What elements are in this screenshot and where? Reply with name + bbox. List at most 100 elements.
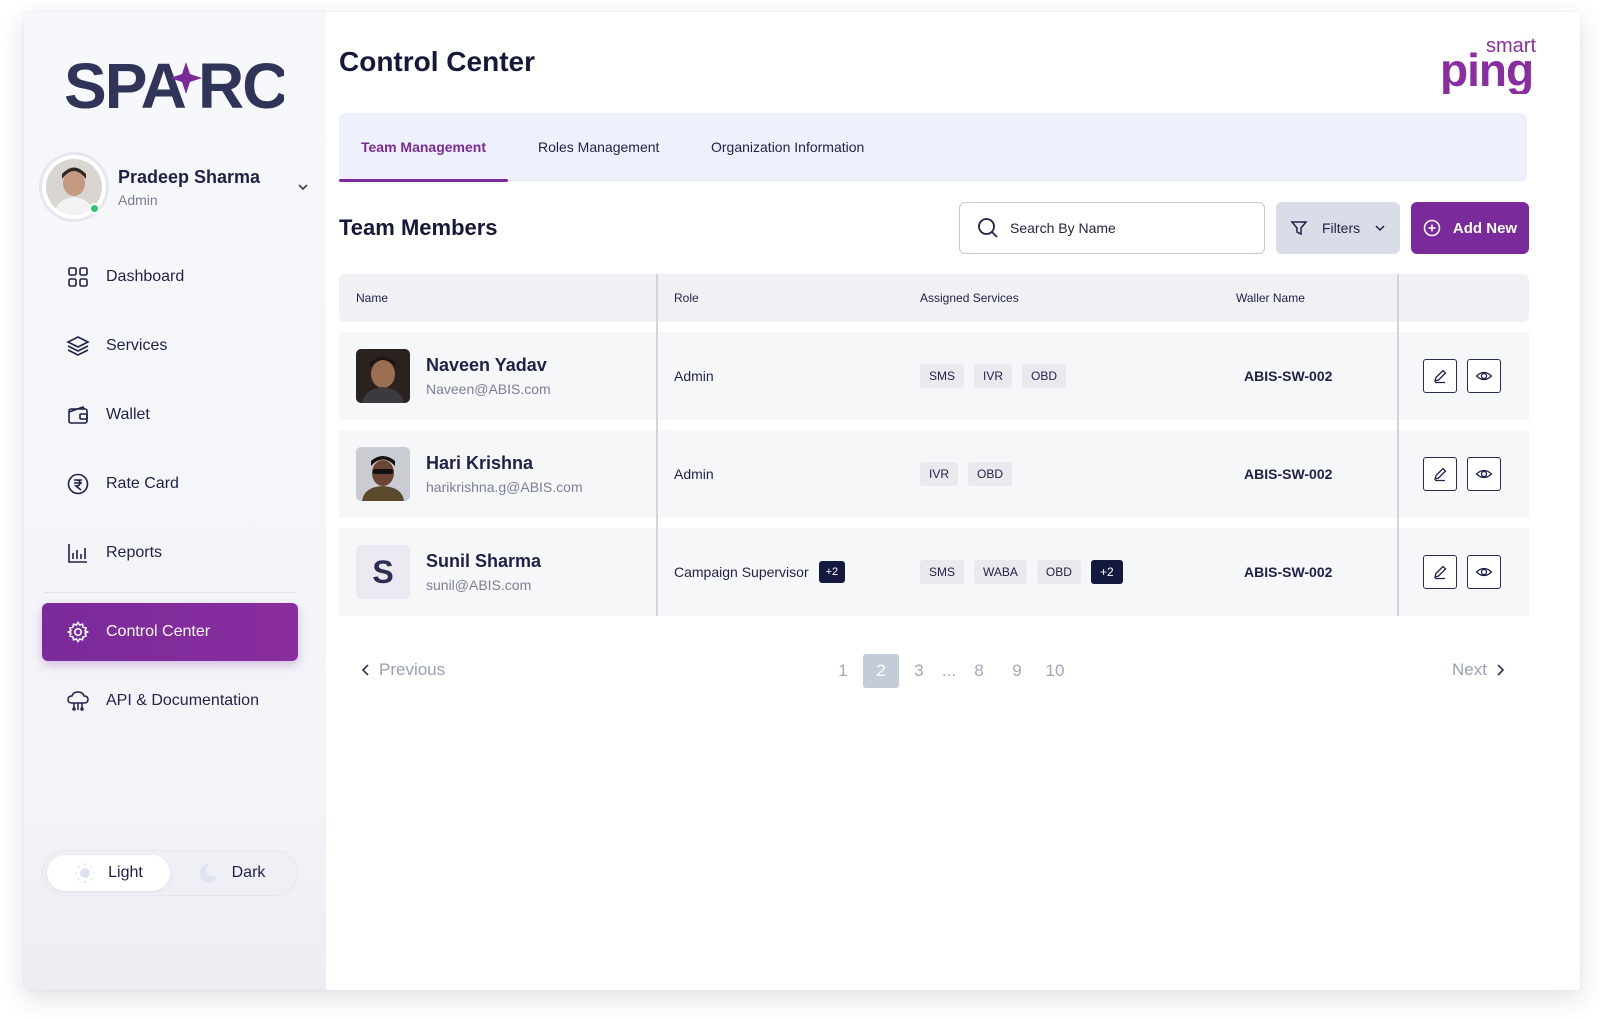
sidebar: SPA RC Pradeep Sharma Admin Dashboard Se…: [24, 12, 326, 990]
smartping-logo: smart ping: [1440, 35, 1536, 94]
page-title: Control Center: [339, 46, 535, 77]
member-role: Admin: [674, 466, 714, 482]
wallet-name: ABIS-SW-002: [1244, 368, 1333, 384]
eye-icon: [1475, 567, 1493, 577]
filters-dropdown[interactable]: Filters: [1276, 202, 1400, 254]
member-email: Naveen@ABIS.com: [426, 381, 551, 397]
user-name: Pradeep Sharma: [118, 166, 261, 187]
sidebar-item-label: Control Center: [106, 623, 211, 640]
previous-label: Previous: [379, 660, 446, 679]
rupee-icon: [66, 472, 90, 496]
wallet-icon: [66, 403, 90, 427]
page-button-current[interactable]: 2: [863, 654, 899, 688]
tab-bar: Team Management Roles Management Organiz…: [339, 113, 1527, 182]
add-new-button[interactable]: Add New: [1411, 202, 1529, 254]
tab-team-management[interactable]: Team Management: [339, 113, 508, 182]
sidebar-item-label: Services: [106, 337, 168, 354]
sidebar-item-wallet[interactable]: Wallet: [42, 386, 298, 444]
page-ellipsis: ...: [941, 661, 957, 680]
sidebar-item-label: Reports: [106, 544, 163, 561]
member-role: Admin: [674, 368, 714, 384]
member-email: sunil@ABIS.com: [426, 577, 532, 593]
sidebar-item-control-center[interactable]: Control Center: [42, 603, 298, 661]
edit-button[interactable]: [1423, 359, 1457, 393]
view-button[interactable]: [1467, 457, 1501, 491]
online-status-dot: [89, 203, 100, 214]
member-email: harikrishna.g@ABIS.com: [426, 479, 583, 495]
cloud-api-icon: [66, 689, 90, 713]
service-tag: OBD: [1022, 364, 1067, 388]
next-page-button[interactable]: Next: [1452, 660, 1505, 680]
filter-icon: [1290, 221, 1308, 236]
user-role: Admin: [118, 191, 158, 208]
moon-icon: [199, 863, 220, 883]
page-numbers: 1 2 3 ... 8 9 10: [825, 654, 1075, 688]
chevron-right-icon: [1497, 664, 1505, 676]
bar-chart-icon: [66, 541, 90, 565]
layers-icon: [66, 334, 90, 358]
service-tag: WABA: [974, 560, 1027, 584]
light-theme-button[interactable]: Light: [47, 855, 170, 891]
search-box[interactable]: [959, 202, 1265, 254]
tab-organization-information[interactable]: Organization Information: [689, 113, 886, 181]
service-tag: IVR: [974, 364, 1013, 388]
member-initial-avatar: S: [356, 545, 410, 599]
chevron-down-icon[interactable]: [296, 180, 310, 194]
edit-button[interactable]: [1423, 457, 1457, 491]
member-name: Hari Krishna: [426, 453, 534, 473]
table-row[interactable]: Naveen Yadav Naveen@ABIS.com Admin SMS I…: [339, 332, 1529, 420]
sidebar-item-api-documentation[interactable]: API & Documentation: [42, 672, 298, 730]
dark-label: Dark: [231, 864, 266, 881]
previous-page-button[interactable]: Previous: [361, 660, 445, 680]
more-services-badge[interactable]: +2: [1090, 560, 1123, 584]
app-window: SPA RC Pradeep Sharma Admin Dashboard Se…: [24, 12, 1580, 990]
view-button[interactable]: [1467, 555, 1501, 589]
sidebar-item-label: Rate Card: [106, 475, 179, 492]
light-label: Light: [108, 864, 143, 881]
team-table: Name Role Assigned Services Waller Name …: [339, 274, 1529, 616]
service-tag: IVR: [920, 462, 959, 486]
service-tag: OBD: [968, 462, 1013, 486]
sidebar-item-reports[interactable]: Reports: [42, 524, 298, 582]
pencil-icon: [1434, 565, 1447, 580]
table-row[interactable]: S Sunil Sharma sunil@ABIS.com Campaign S…: [339, 528, 1529, 616]
next-label: Next: [1452, 660, 1487, 679]
sidebar-item-services[interactable]: Services: [42, 317, 298, 375]
column-header-wallet-name: Waller Name: [1236, 291, 1305, 305]
edit-button[interactable]: [1423, 555, 1457, 589]
page-button[interactable]: 8: [961, 654, 997, 688]
sidebar-item-label: Wallet: [106, 406, 150, 423]
wallet-name: ABIS-SW-002: [1244, 466, 1333, 482]
wallet-name: ABIS-SW-002: [1244, 564, 1333, 580]
sidebar-item-label: API & Documentation: [106, 692, 259, 709]
column-divider: [656, 274, 658, 616]
dark-theme-button[interactable]: Dark: [170, 855, 293, 891]
page-button[interactable]: 9: [999, 654, 1035, 688]
member-name: Sunil Sharma: [426, 551, 542, 571]
view-button[interactable]: [1467, 359, 1501, 393]
sidebar-item-rate-card[interactable]: Rate Card: [42, 455, 298, 513]
svg-text:ping: ping: [1440, 44, 1533, 94]
member-name: Naveen Yadav: [426, 355, 547, 375]
page-button[interactable]: 1: [825, 654, 861, 688]
table-row[interactable]: Hari Krishna harikrishna.g@ABIS.com Admi…: [339, 430, 1529, 518]
member-role: Campaign Supervisor: [674, 564, 809, 580]
column-divider: [1397, 274, 1399, 616]
search-input[interactable]: [1010, 220, 1240, 236]
user-profile[interactable]: Pradeep Sharma Admin: [42, 154, 308, 220]
main-content: Control Center smart ping Team Managemen…: [326, 12, 1580, 990]
tab-roles-management[interactable]: Roles Management: [516, 113, 681, 181]
gear-icon: [66, 620, 90, 644]
grid-icon: [66, 265, 90, 289]
page-button[interactable]: 10: [1037, 654, 1073, 688]
column-header-role: Role: [674, 291, 699, 305]
sidebar-item-dashboard[interactable]: Dashboard: [42, 248, 298, 306]
service-tag: SMS: [920, 364, 965, 388]
more-roles-badge[interactable]: +2: [818, 561, 846, 583]
sun-icon: [75, 863, 96, 883]
page-button[interactable]: 3: [901, 654, 937, 688]
eye-icon: [1475, 469, 1493, 479]
chevron-down-icon: [1375, 225, 1385, 232]
theme-toggle[interactable]: Light Dark: [42, 850, 298, 896]
avatar: [42, 155, 106, 219]
